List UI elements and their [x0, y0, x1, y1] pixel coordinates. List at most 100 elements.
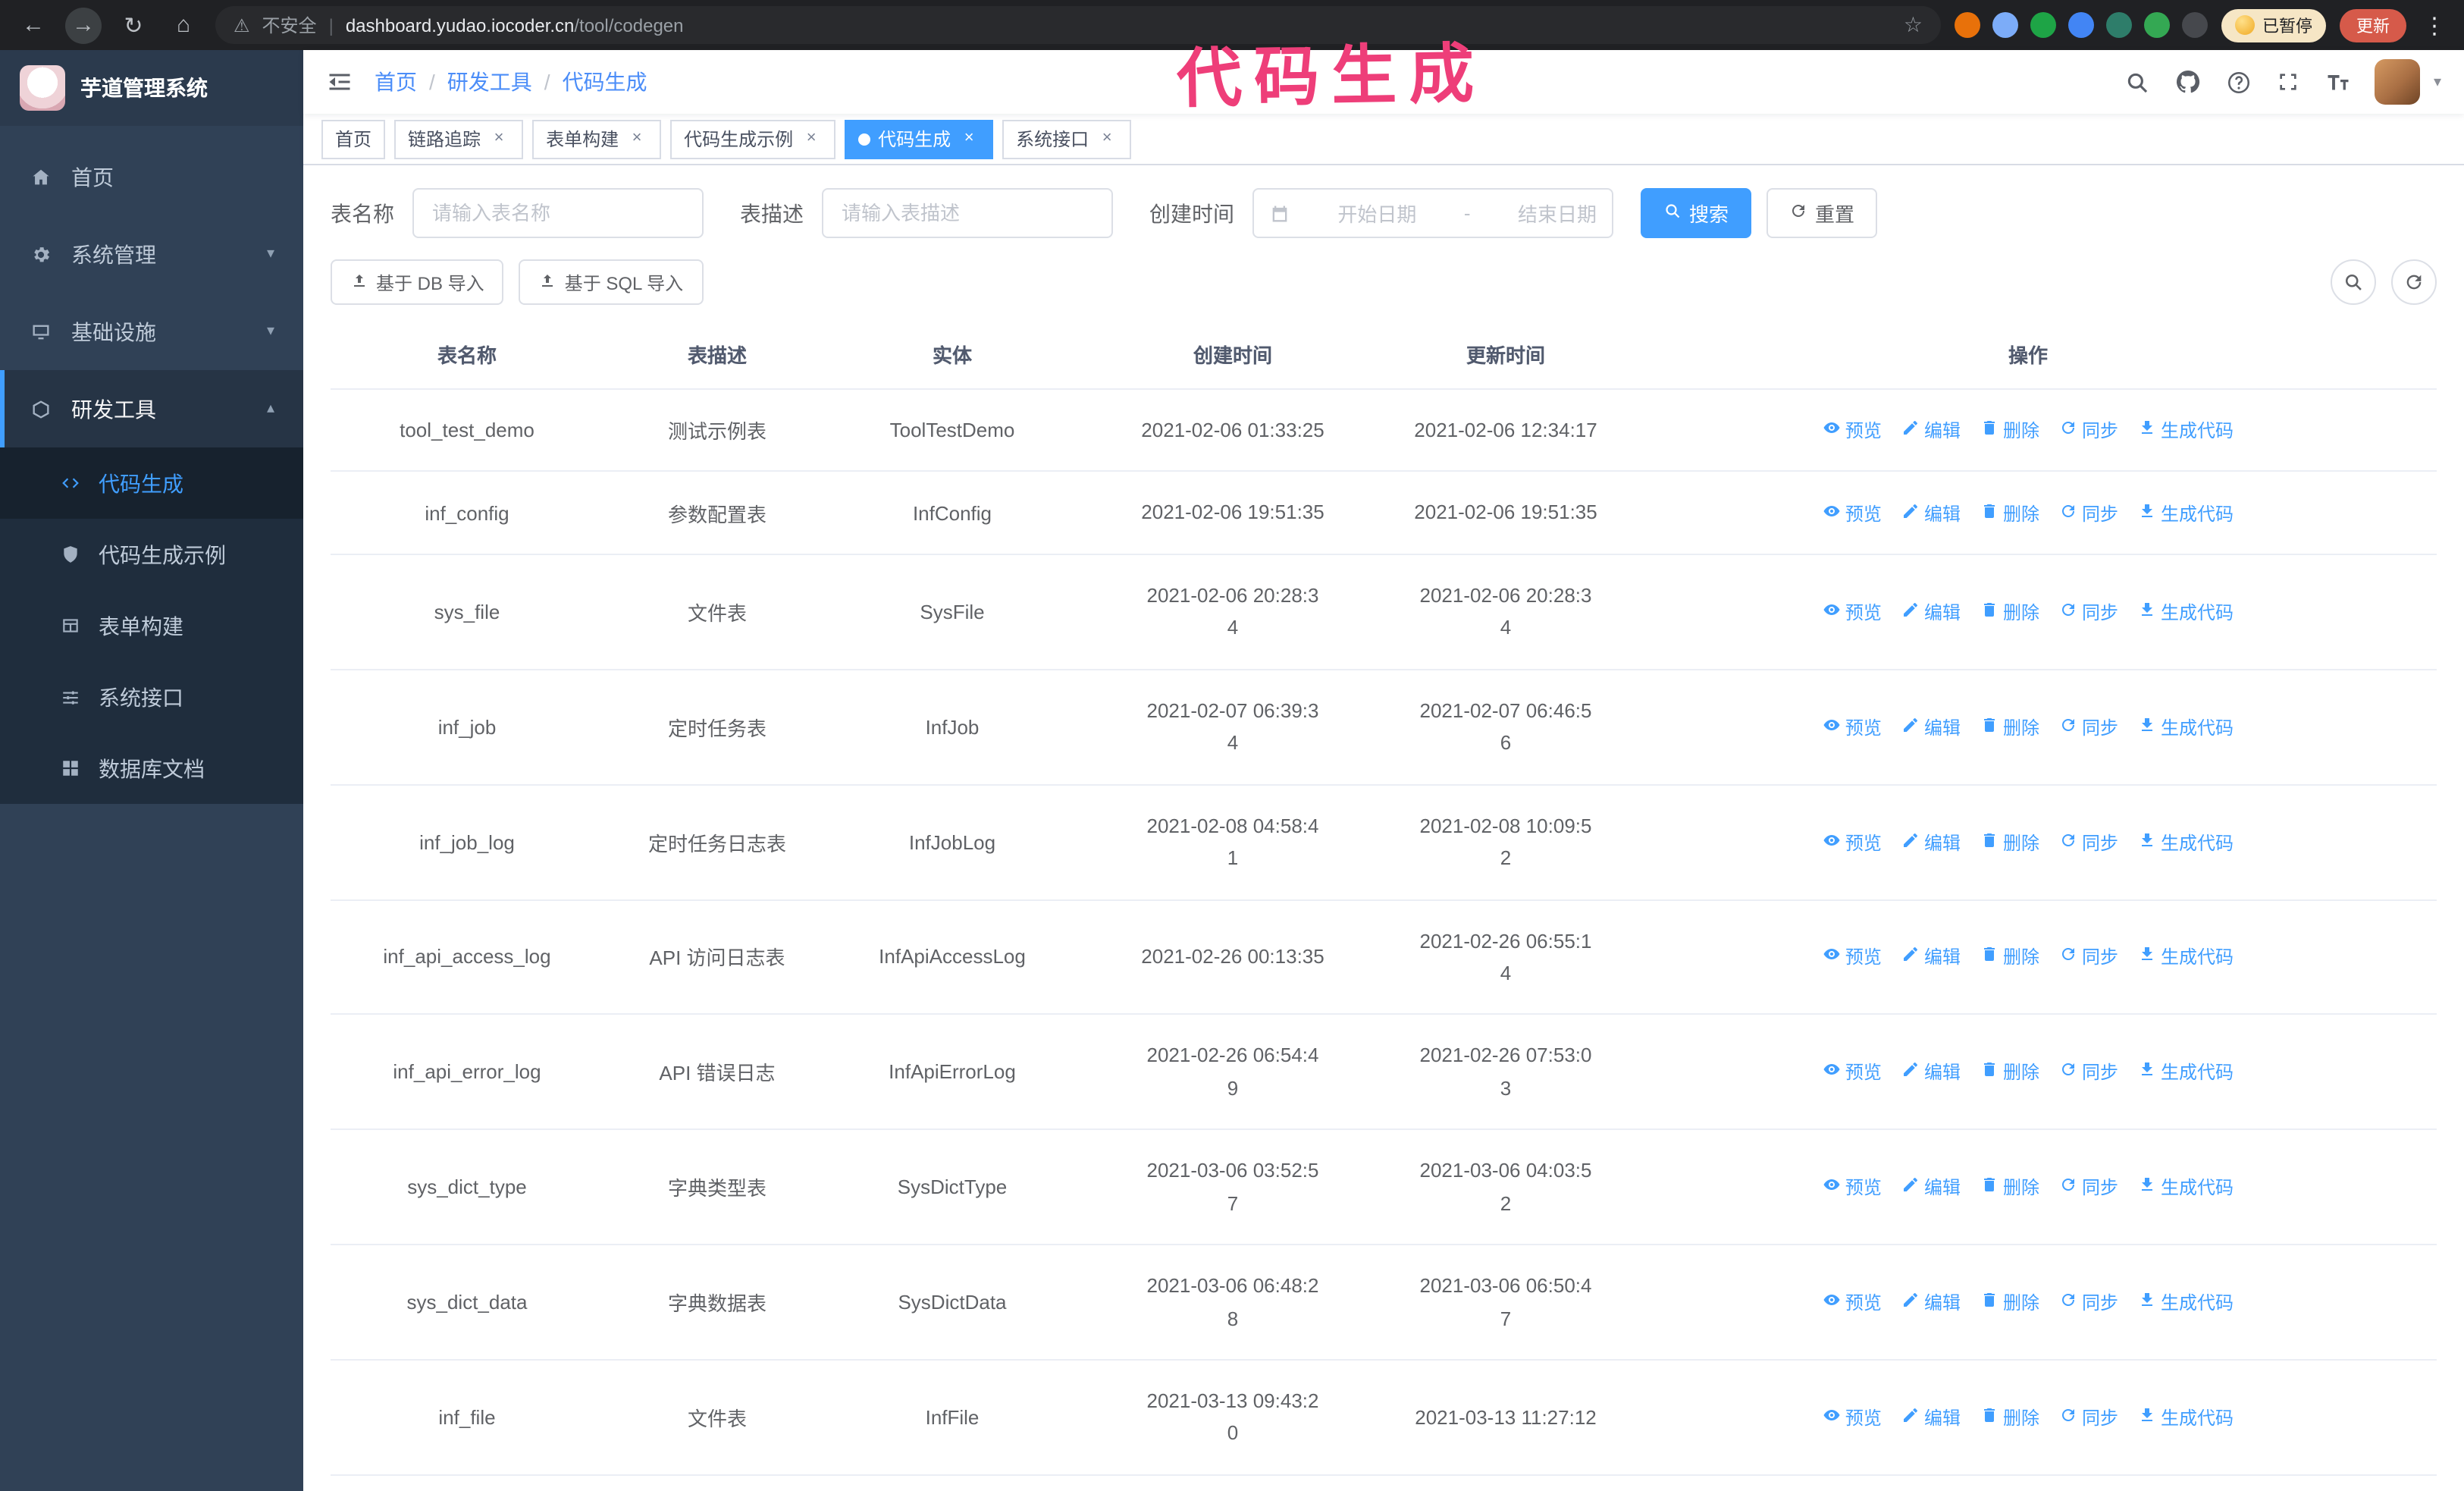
generate-code-link[interactable]: 生成代码 — [2138, 500, 2234, 526]
kebab-menu-icon[interactable]: ⋮ — [2420, 11, 2449, 39]
user-avatar[interactable] — [2374, 59, 2420, 105]
generate-code-link[interactable]: 生成代码 — [2138, 1405, 2234, 1430]
sidebar-item-dev-tools[interactable]: 研发工具 ▴ — [0, 370, 303, 447]
tab-tracer[interactable]: 链路追踪 × — [394, 119, 524, 159]
sync-link[interactable]: 同步 — [2059, 944, 2118, 970]
delete-link[interactable]: 删除 — [1980, 944, 2039, 970]
import-sql-button[interactable]: 基于 SQL 导入 — [519, 259, 704, 305]
tab-form-build[interactable]: 表单构建 × — [532, 119, 662, 159]
edit-link[interactable]: 编辑 — [1901, 714, 1961, 739]
delete-link[interactable]: 删除 — [1980, 714, 2039, 739]
extension-icon[interactable] — [1992, 12, 2018, 38]
delete-link[interactable]: 删除 — [1980, 1405, 2039, 1430]
extension-icon[interactable] — [2030, 12, 2056, 38]
sidebar-item-system[interactable]: 系统管理 ▾ — [0, 215, 303, 293]
sync-link[interactable]: 同步 — [2059, 1289, 2118, 1315]
extension-icon[interactable] — [2068, 12, 2094, 38]
preview-link[interactable]: 预览 — [1823, 417, 1882, 443]
paused-badge[interactable]: 已暂停 — [2221, 8, 2326, 42]
table-desc-input[interactable] — [822, 188, 1113, 238]
extension-icon[interactable] — [2144, 12, 2170, 38]
generate-code-link[interactable]: 生成代码 — [2138, 599, 2234, 625]
extension-icon[interactable] — [2182, 12, 2208, 38]
delete-link[interactable]: 删除 — [1980, 500, 2039, 526]
sync-link[interactable]: 同步 — [2059, 417, 2118, 443]
toggle-search-button[interactable] — [2331, 259, 2376, 305]
sync-link[interactable]: 同步 — [2059, 500, 2118, 526]
github-icon[interactable] — [2174, 68, 2202, 96]
generate-code-link[interactable]: 生成代码 — [2138, 829, 2234, 855]
delete-link[interactable]: 删除 — [1980, 599, 2039, 625]
generate-code-link[interactable]: 生成代码 — [2138, 944, 2234, 970]
help-icon[interactable] — [2226, 69, 2252, 95]
generate-code-link[interactable]: 生成代码 — [2138, 1174, 2234, 1200]
reload-icon[interactable]: ↻ — [115, 7, 152, 43]
create-time-range-picker[interactable]: 开始日期 - 结束日期 — [1252, 188, 1613, 238]
sidebar-toggle-icon[interactable] — [326, 68, 353, 96]
sync-link[interactable]: 同步 — [2059, 1059, 2118, 1085]
tab-home[interactable]: 首页 — [321, 119, 386, 159]
sidebar-subitem-codegen[interactable]: 代码生成 — [0, 447, 303, 519]
sidebar-item-infra[interactable]: 基础设施 ▾ — [0, 293, 303, 370]
close-icon[interactable]: × — [958, 128, 980, 149]
edit-link[interactable]: 编辑 — [1901, 829, 1961, 855]
refresh-table-button[interactable] — [2391, 259, 2437, 305]
preview-link[interactable]: 预览 — [1823, 944, 1882, 970]
close-icon[interactable]: × — [801, 128, 822, 149]
sync-link[interactable]: 同步 — [2059, 829, 2118, 855]
preview-link[interactable]: 预览 — [1823, 1289, 1882, 1315]
preview-link[interactable]: 预览 — [1823, 1059, 1882, 1085]
extension-icon[interactable] — [2106, 12, 2132, 38]
extension-icon[interactable] — [1955, 12, 1980, 38]
update-button[interactable]: 更新 — [2340, 8, 2406, 42]
tab-codegen[interactable]: 代码生成 × — [845, 119, 994, 159]
sidebar-subitem-db-doc[interactable]: 数据库文档 — [0, 733, 303, 804]
sync-link[interactable]: 同步 — [2059, 714, 2118, 739]
chevron-down-icon[interactable]: ▾ — [2434, 74, 2441, 90]
sidebar-subitem-form-build[interactable]: 表单构建 — [0, 590, 303, 661]
delete-link[interactable]: 删除 — [1980, 829, 2039, 855]
delete-link[interactable]: 删除 — [1980, 417, 2039, 443]
breadcrumb-item[interactable]: 首页 — [375, 67, 417, 97]
generate-code-link[interactable]: 生成代码 — [2138, 1289, 2234, 1315]
sync-link[interactable]: 同步 — [2059, 599, 2118, 625]
fontsize-icon[interactable] — [2324, 68, 2352, 96]
search-icon[interactable] — [2124, 69, 2150, 95]
close-icon[interactable]: × — [1096, 128, 1118, 149]
breadcrumb-item[interactable]: 代码生成 — [563, 67, 647, 97]
preview-link[interactable]: 预览 — [1823, 829, 1882, 855]
back-icon[interactable]: ← — [15, 7, 52, 43]
preview-link[interactable]: 预览 — [1823, 500, 1882, 526]
import-db-button[interactable]: 基于 DB 导入 — [331, 259, 504, 305]
tab-api[interactable]: 系统接口 × — [1002, 119, 1132, 159]
delete-link[interactable]: 删除 — [1980, 1059, 2039, 1085]
search-button[interactable]: 搜索 — [1641, 188, 1752, 238]
preview-link[interactable]: 预览 — [1823, 1174, 1882, 1200]
app-logo[interactable]: 芋道管理系统 — [0, 50, 303, 126]
tab-codegen-demo[interactable]: 代码生成示例 × — [670, 119, 836, 159]
preview-link[interactable]: 预览 — [1823, 1405, 1882, 1430]
generate-code-link[interactable]: 生成代码 — [2138, 714, 2234, 739]
preview-link[interactable]: 预览 — [1823, 599, 1882, 625]
breadcrumb-item[interactable]: 研发工具 — [447, 67, 532, 97]
fullscreen-icon[interactable] — [2276, 70, 2300, 94]
generate-code-link[interactable]: 生成代码 — [2138, 1059, 2234, 1085]
address-bar[interactable]: ⚠ 不安全 | dashboard.yudao.iocoder.cn/tool/… — [215, 6, 1941, 44]
sidebar-subitem-codegen-demo[interactable]: 代码生成示例 — [0, 519, 303, 590]
preview-link[interactable]: 预览 — [1823, 714, 1882, 739]
sync-link[interactable]: 同步 — [2059, 1174, 2118, 1200]
close-icon[interactable]: × — [626, 128, 647, 149]
reset-button[interactable]: 重置 — [1766, 188, 1878, 238]
edit-link[interactable]: 编辑 — [1901, 1289, 1961, 1315]
edit-link[interactable]: 编辑 — [1901, 417, 1961, 443]
edit-link[interactable]: 编辑 — [1901, 944, 1961, 970]
forward-icon[interactable]: → — [65, 7, 102, 43]
generate-code-link[interactable]: 生成代码 — [2138, 417, 2234, 443]
edit-link[interactable]: 编辑 — [1901, 1174, 1961, 1200]
edit-link[interactable]: 编辑 — [1901, 599, 1961, 625]
edit-link[interactable]: 编辑 — [1901, 1059, 1961, 1085]
close-icon[interactable]: × — [488, 128, 509, 149]
delete-link[interactable]: 删除 — [1980, 1174, 2039, 1200]
sidebar-subitem-api[interactable]: 系统接口 — [0, 661, 303, 733]
table-name-input[interactable] — [412, 188, 704, 238]
